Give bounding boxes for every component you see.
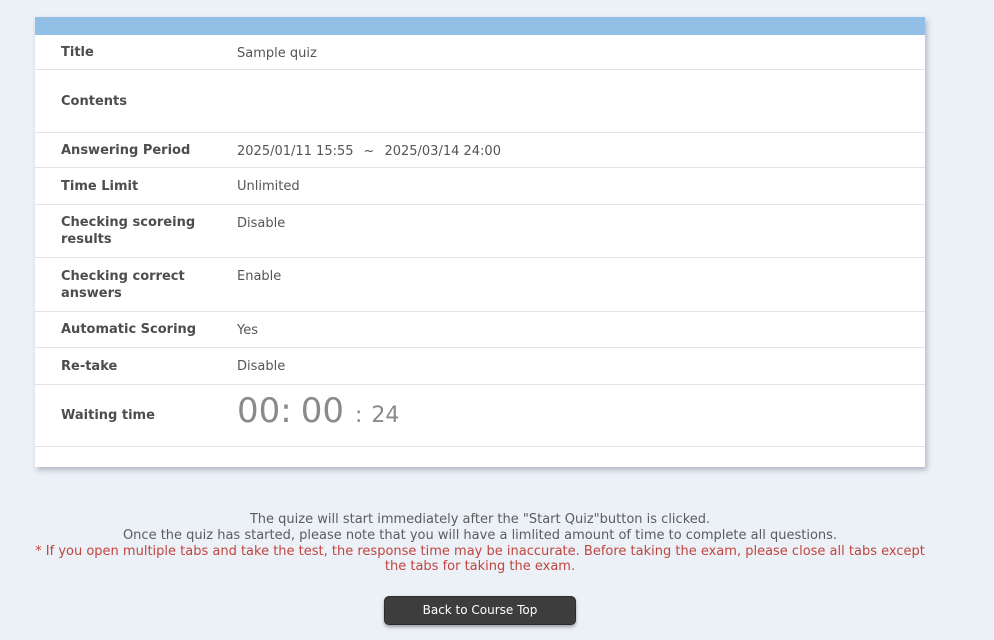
contents-label: Contents (61, 93, 127, 109)
answering-period-value: 2025/01/11 15:55 ~2025/03/14 24:00 (237, 133, 925, 167)
row-checking-scoring-results: Checking scoreing results Disable (35, 205, 925, 258)
note-warning: * If you open multiple tabs and take the… (35, 543, 925, 575)
title-value: Sample quiz (237, 46, 317, 61)
row-checking-correct-answers: Checking correct answers Enable (35, 258, 925, 312)
time-limit-label: Time Limit (61, 178, 139, 194)
period-start: 2025/01/11 15:55 (237, 144, 354, 159)
checking-correct-answers-value: Enable (237, 269, 282, 284)
row-retake: Re-take Disable (35, 348, 925, 385)
contents-value (237, 70, 925, 132)
timer-colon-1: : (280, 391, 292, 431)
row-contents: Contents (35, 70, 925, 133)
retake-value: Disable (237, 359, 286, 374)
card-footer-strip (35, 447, 925, 467)
timer-seconds: 24 (371, 403, 400, 428)
timer-minutes: 00 (300, 391, 344, 431)
answering-period-label: Answering Period (61, 142, 191, 158)
checking-scoring-results-label: Checking scoreing results (61, 215, 196, 247)
automatic-scoring-value: Yes (237, 323, 258, 338)
checking-scoring-results-value: Disable (237, 216, 286, 231)
card-header-bar (35, 17, 925, 35)
row-time-limit: Time Limit Unlimited (35, 168, 925, 205)
period-separator: ~ (363, 144, 375, 159)
row-title: Title Sample quiz (35, 35, 925, 70)
waiting-time-value: 00: 00:24 (237, 385, 925, 446)
waiting-timer: 00: 00:24 (237, 391, 925, 436)
row-automatic-scoring: Automatic Scoring Yes (35, 312, 925, 348)
retake-label: Re-take (61, 358, 118, 374)
row-waiting-time: Waiting time 00: 00:24 (35, 385, 925, 447)
checking-correct-answers-label: Checking correct answers (61, 268, 185, 301)
row-answering-period: Answering Period 2025/01/11 15:55 ~2025/0… (35, 133, 925, 168)
time-limit-value: Unlimited (237, 179, 300, 194)
note-line-1: The quize will start immediately after t… (249, 512, 711, 527)
button-row: Back to Course Top (35, 596, 925, 625)
timer-colon-2: : (355, 403, 363, 428)
waiting-time-label: Waiting time (61, 408, 155, 423)
quiz-info-card: Title Sample quiz Contents Answering Per… (35, 17, 925, 467)
note-line-2: Once the quiz has started, please note t… (122, 527, 838, 543)
timer-hours: 00 (237, 391, 281, 431)
automatic-scoring-label: Automatic Scoring (61, 322, 197, 337)
back-to-course-top-button[interactable]: Back to Course Top (384, 596, 576, 625)
period-end: 2025/03/14 24:00 (384, 144, 501, 159)
quiz-notes: The quize will start immediately after t… (35, 512, 925, 575)
title-label: Title (61, 44, 94, 60)
